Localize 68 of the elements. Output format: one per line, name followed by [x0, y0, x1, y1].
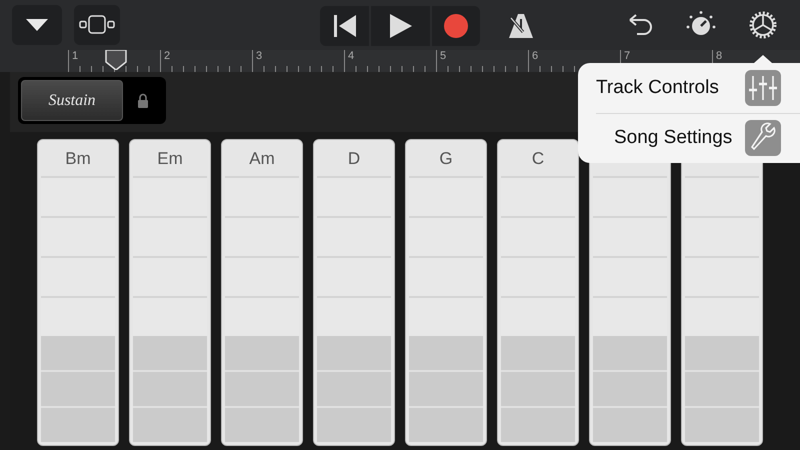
- record-button[interactable]: [432, 6, 480, 46]
- rewind-button[interactable]: [320, 6, 369, 46]
- pad-segment[interactable]: [41, 406, 115, 442]
- pad-segment[interactable]: [593, 406, 667, 442]
- bar-number: 8: [716, 50, 722, 63]
- metronome-button[interactable]: [506, 12, 536, 40]
- pad-segment[interactable]: [225, 336, 299, 370]
- lock-icon: [137, 93, 149, 108]
- pad-segment[interactable]: [501, 406, 575, 442]
- track-view-button[interactable]: [74, 5, 120, 45]
- bar-number: 4: [348, 50, 354, 63]
- bar-number: 1: [72, 50, 78, 63]
- undo-button[interactable]: [628, 12, 654, 38]
- chord-strip[interactable]: Am: [221, 139, 303, 446]
- pad-segment[interactable]: [593, 370, 667, 406]
- pad-segment[interactable]: [593, 336, 667, 370]
- caret-icon: [26, 19, 48, 31]
- pad-segment[interactable]: [317, 370, 391, 406]
- bar-number: 6: [532, 50, 538, 63]
- chord-label: Em: [157, 148, 183, 170]
- bar-number: 2: [164, 50, 170, 63]
- menu-item[interactable]: Song Settings: [596, 112, 800, 163]
- chord-label: D: [348, 148, 360, 170]
- pad-segment[interactable]: [685, 406, 759, 442]
- menu-item-label: Track Controls: [596, 76, 719, 100]
- chord-strip[interactable]: G: [405, 139, 487, 446]
- bar-number: 3: [256, 50, 262, 63]
- pad-segment[interactable]: [133, 406, 207, 442]
- pad-segment[interactable]: [409, 370, 483, 406]
- chord-label: Bm: [65, 148, 91, 170]
- pad-segment[interactable]: [41, 336, 115, 370]
- bar-number: 7: [624, 50, 630, 63]
- rewind-icon: [332, 15, 356, 37]
- pad-segment[interactable]: [41, 370, 115, 406]
- pad-segment[interactable]: [317, 406, 391, 442]
- pad-segment[interactable]: [133, 336, 207, 370]
- undo-icon: [629, 14, 653, 36]
- chord-label: G: [439, 148, 453, 170]
- chord-strip[interactable]: Bm: [37, 139, 119, 446]
- wrench-icon: [745, 120, 781, 156]
- pad-segment[interactable]: [409, 336, 483, 370]
- metronome-icon: [508, 13, 534, 39]
- chord-strip[interactable]: Em: [129, 139, 211, 446]
- menu-item-label: Song Settings: [614, 126, 732, 150]
- chord-strip[interactable]: C: [497, 139, 579, 446]
- bar-number: 5: [440, 50, 446, 63]
- pad-segment[interactable]: [685, 370, 759, 406]
- chord-label: C: [532, 148, 544, 170]
- chord-label: Am: [249, 148, 275, 170]
- play-icon: [390, 14, 412, 38]
- settings-button[interactable]: [748, 9, 778, 41]
- pad-segment[interactable]: [501, 370, 575, 406]
- pad-segment[interactable]: [225, 406, 299, 442]
- pad-segment[interactable]: [501, 336, 575, 370]
- settings-icon: [749, 11, 777, 39]
- playhead-icon[interactable]: [105, 50, 127, 70]
- pad-segment[interactable]: [685, 336, 759, 370]
- tracks-view-icon: [79, 15, 115, 35]
- play-button[interactable]: [371, 6, 430, 46]
- dropdown-button[interactable]: [12, 5, 62, 45]
- pad-segment[interactable]: [225, 370, 299, 406]
- pad-segment[interactable]: [133, 370, 207, 406]
- chord-strip[interactable]: D: [313, 139, 395, 446]
- record-icon: [444, 14, 468, 38]
- pad-segment[interactable]: [317, 336, 391, 370]
- sliders-icon: [745, 70, 781, 106]
- pad-segment[interactable]: [409, 406, 483, 442]
- sustain-button[interactable]: Sustain: [21, 80, 123, 121]
